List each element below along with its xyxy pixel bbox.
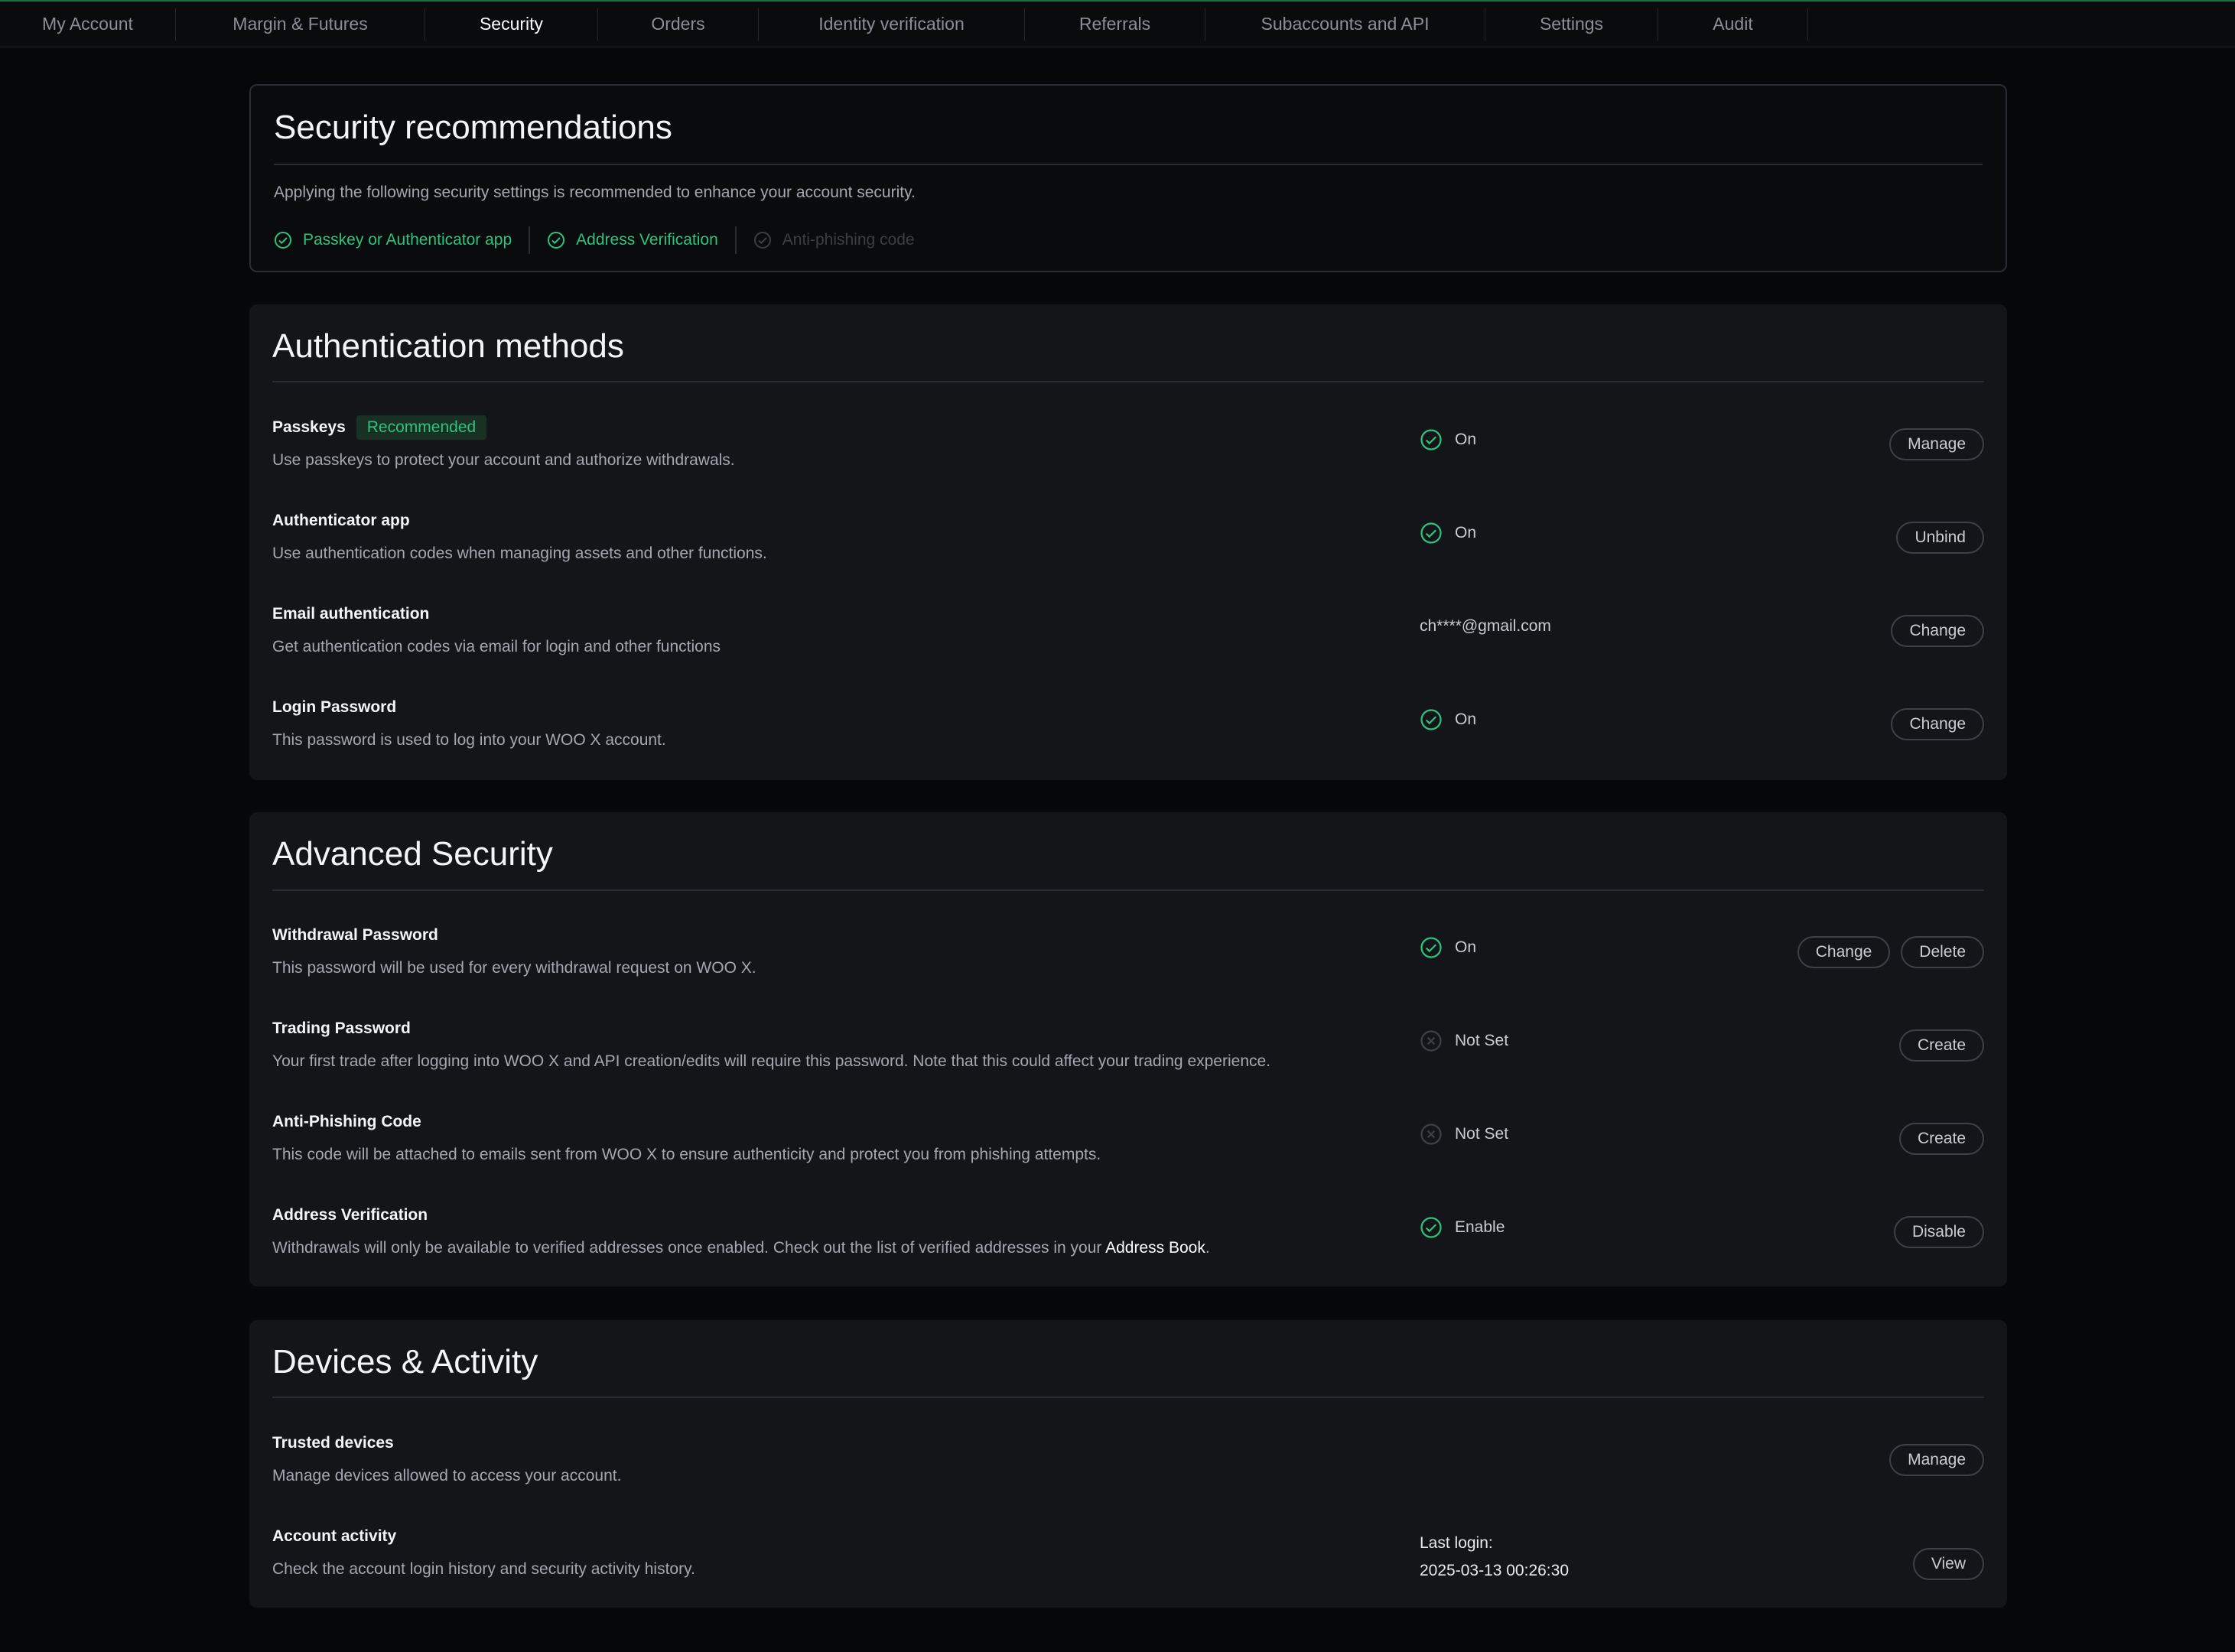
- last-login-time: 2025-03-13 00:26:30: [1420, 1562, 1569, 1579]
- login-password-row: Login Password This password is used to …: [272, 694, 1984, 771]
- tab-audit[interactable]: Audit: [1658, 8, 1808, 41]
- divider: [272, 381, 1984, 382]
- recommended-badge: Recommended: [356, 415, 487, 440]
- recommendation-item-passkey[interactable]: Passkey or Authenticator app: [274, 226, 531, 254]
- security-recommendations-card: Security recommendations Applying the fo…: [249, 84, 2007, 272]
- row-title: Address Verification: [272, 1206, 428, 1224]
- row-description: Your first trade after logging into WOO …: [272, 1052, 1271, 1070]
- account-activity-row: Account activity Check the account login…: [272, 1524, 1984, 1600]
- anti-phishing-status: Not Set: [1420, 1121, 1508, 1147]
- advanced-security-title: Advanced Security: [272, 835, 553, 873]
- check-circle-icon: [1420, 709, 1442, 730]
- authentication-methods-card: Authentication methods Passkeys Recommend…: [249, 304, 2007, 780]
- login-password-status: On: [1420, 707, 1476, 733]
- delete-withdrawal-password-button[interactable]: Delete: [1901, 936, 1984, 968]
- divider: [272, 1397, 1984, 1398]
- devices-activity-card: Devices & Activity Trusted devices Manag…: [249, 1320, 2007, 1608]
- create-anti-phishing-button[interactable]: Create: [1898, 1123, 1984, 1155]
- last-login-info: Last login: 2025-03-13 00:26:30: [1420, 1530, 1569, 1585]
- divider: [274, 164, 1983, 165]
- row-description: This password will be used for every wit…: [272, 959, 756, 977]
- row-description: Use passkeys to protect your account and…: [272, 451, 735, 469]
- tab-margin-futures[interactable]: Margin & Futures: [176, 8, 425, 41]
- email-value: ch****@gmail.com: [1420, 617, 1551, 635]
- recommendation-item-anti-phishing[interactable]: Anti-phishing code: [753, 226, 932, 254]
- row-description: This code will be attached to emails sen…: [272, 1146, 1101, 1163]
- recommendation-items: Passkey or Authenticator app Address Ver…: [274, 223, 948, 257]
- check-circle-icon: [548, 232, 565, 249]
- check-circle-icon: [1420, 1217, 1442, 1238]
- recommendations-text: Applying the following security settings…: [274, 184, 916, 201]
- manage-devices-button[interactable]: Manage: [1889, 1444, 1984, 1476]
- row-description: Get authentication codes via email for l…: [272, 638, 721, 655]
- tab-security[interactable]: Security: [425, 8, 598, 41]
- row-description: Manage devices allowed to access your ac…: [272, 1467, 622, 1485]
- address-verification-status: Enable: [1420, 1215, 1505, 1241]
- check-circle-icon: [1420, 522, 1442, 544]
- recommendation-label: Passkey or Authenticator app: [303, 231, 512, 249]
- check-circle-icon: [275, 232, 291, 249]
- manage-passkeys-button[interactable]: Manage: [1889, 428, 1984, 460]
- row-description: This password is used to log into your W…: [272, 731, 666, 749]
- tab-referrals[interactable]: Referrals: [1025, 8, 1205, 41]
- address-verification-row: Address Verification Withdrawals will on…: [272, 1202, 1984, 1279]
- view-activity-button[interactable]: View: [1912, 1548, 1984, 1580]
- x-circle-icon: [1420, 1030, 1442, 1052]
- tab-settings[interactable]: Settings: [1485, 8, 1658, 41]
- row-title: Email authentication: [272, 605, 430, 623]
- authenticator-status: On: [1420, 520, 1476, 546]
- change-withdrawal-password-button[interactable]: Change: [1797, 936, 1891, 968]
- row-title: Authenticator app: [272, 512, 410, 529]
- email-authentication-row: Email authentication Get authentication …: [272, 601, 1984, 678]
- x-circle-icon: [1420, 1124, 1442, 1145]
- tab-identity-verification[interactable]: Identity verification: [759, 8, 1025, 41]
- divider: [272, 889, 1984, 891]
- trading-password-row: Trading Password Your first trade after …: [272, 1016, 1984, 1092]
- passkeys-status: On: [1420, 427, 1476, 453]
- create-trading-password-button[interactable]: Create: [1898, 1029, 1984, 1062]
- disable-address-verification-button[interactable]: Disable: [1893, 1216, 1984, 1248]
- last-login-label: Last login:: [1420, 1534, 1493, 1552]
- tab-subaccounts-api[interactable]: Subaccounts and API: [1205, 8, 1485, 41]
- check-circle-icon: [1420, 429, 1442, 450]
- passkeys-row: Passkeys Recommended Use passkeys to prot…: [272, 415, 1984, 491]
- row-title: Anti-Phishing Code: [272, 1113, 421, 1130]
- recommendation-label: Address Verification: [576, 231, 718, 249]
- change-login-password-button[interactable]: Change: [1891, 708, 1984, 740]
- change-email-button[interactable]: Change: [1891, 615, 1984, 647]
- row-title: Passkeys Recommended: [272, 415, 487, 441]
- devices-activity-title: Devices & Activity: [272, 1343, 538, 1380]
- row-title: Trading Password: [272, 1019, 411, 1037]
- row-description: Check the account login history and secu…: [272, 1560, 695, 1578]
- trusted-devices-row: Trusted devices Manage devices allowed t…: [272, 1430, 1984, 1507]
- withdrawal-password-status: On: [1420, 935, 1476, 961]
- row-description: Withdrawals will only be available to ve…: [272, 1239, 1210, 1257]
- account-tabs-bar: My Account Margin & Futures Security Ord…: [0, 0, 2235, 47]
- address-book-link[interactable]: Address Book: [1105, 1239, 1205, 1257]
- recommendation-item-address-verification[interactable]: Address Verification: [547, 226, 737, 254]
- row-title: Withdrawal Password: [272, 926, 438, 944]
- withdrawal-password-row: Withdrawal Password This password will b…: [272, 922, 1984, 999]
- recommendation-label: Anti-phishing code: [782, 231, 915, 249]
- check-circle-icon: [753, 232, 771, 249]
- authenticator-app-row: Authenticator app Use authentication cod…: [272, 508, 1984, 584]
- unbind-authenticator-button[interactable]: Unbind: [1896, 522, 1984, 554]
- row-title: Account activity: [272, 1527, 397, 1545]
- authentication-methods-title: Authentication methods: [272, 327, 624, 365]
- trading-password-status: Not Set: [1420, 1028, 1508, 1054]
- tab-orders[interactable]: Orders: [598, 8, 759, 41]
- tab-my-account[interactable]: My Account: [0, 8, 176, 41]
- anti-phishing-code-row: Anti-Phishing Code This code will be att…: [272, 1109, 1984, 1185]
- check-circle-icon: [1420, 937, 1442, 958]
- row-title: Trusted devices: [272, 1434, 394, 1452]
- row-description: Use authentication codes when managing a…: [272, 545, 767, 562]
- advanced-security-card: Advanced Security Withdrawal Password Th…: [249, 812, 2007, 1286]
- security-recommendations-title: Security recommendations: [274, 109, 672, 146]
- row-title: Login Password: [272, 698, 397, 716]
